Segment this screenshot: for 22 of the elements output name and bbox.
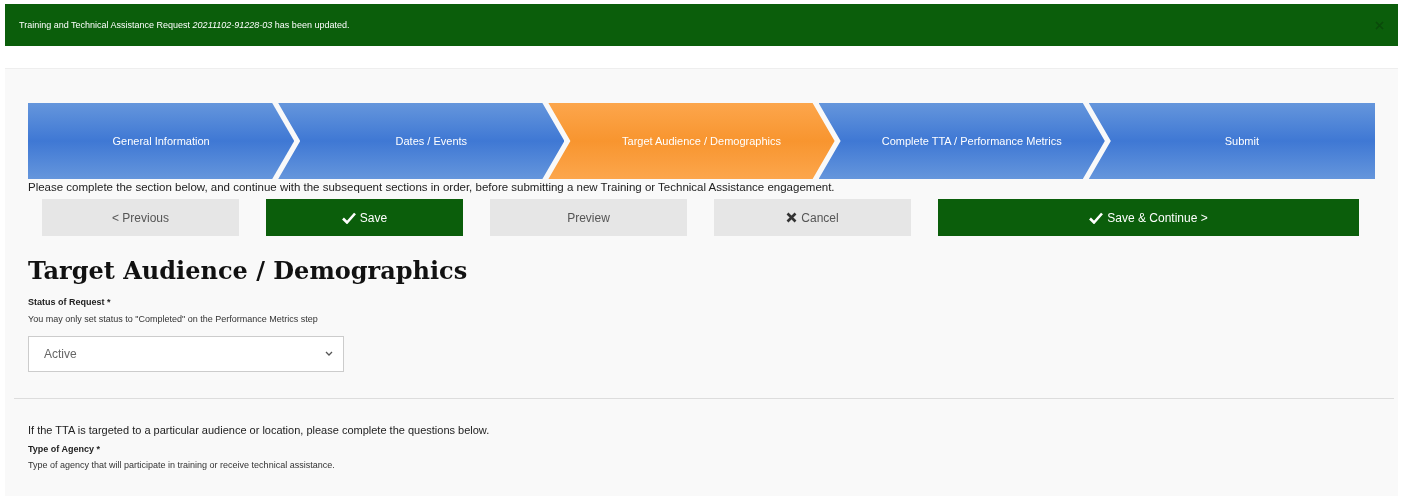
- status-select[interactable]: Active: [28, 335, 344, 372]
- wizard-step[interactable]: Submit: [1088, 103, 1375, 179]
- chevron-down-icon: [325, 351, 333, 356]
- field-label: Status of Request *: [28, 297, 112, 307]
- field-label: Type of Agency *: [28, 443, 102, 454]
- action-button[interactable]: Cancel: [714, 199, 911, 236]
- action-button[interactable]: < Previous: [42, 199, 239, 236]
- action-button[interactable]: Save & Continue >: [938, 199, 1359, 236]
- wizard-step[interactable]: Complete TTA / Performance Metrics: [818, 103, 1105, 179]
- section-heading: Target Audience / Demographics: [28, 256, 469, 285]
- wizard-step[interactable]: General Information: [28, 103, 295, 179]
- instructions-text: Please complete the section below, and continue with the subsequent sections in order, before submitting a new Training or Technical Assistance engagement.: [28, 181, 836, 193]
- wizard-step[interactable]: Dates / Events: [278, 103, 565, 179]
- action-button[interactable]: Save: [266, 199, 463, 236]
- intro-text: If the TTA is targeted to a particular audience or location, please complete the questions below.: [28, 423, 491, 436]
- help-text: Type of agency that will participate in training or receive technical assistance.: [28, 458, 336, 472]
- check-icon: [1089, 211, 1104, 224]
- help-text: You may only set status to "Completed" on the Performance Metrics step: [28, 313, 319, 326]
- action-button[interactable]: Preview: [490, 199, 687, 236]
- close-icon: [786, 212, 798, 223]
- notification-text: Training and Technical Assistance Request 20211102-91228-03 has been updated.: [19, 20, 350, 30]
- check-icon: [341, 211, 356, 224]
